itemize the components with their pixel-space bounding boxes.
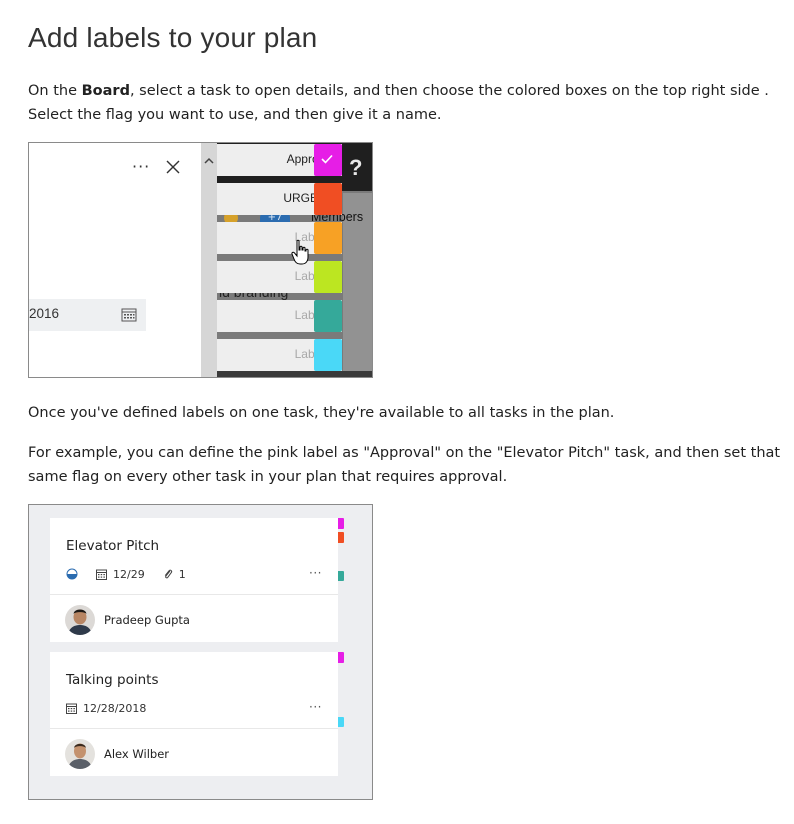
label-flag bbox=[338, 571, 344, 581]
help-icon[interactable]: ? bbox=[349, 155, 362, 181]
label-color-swatch[interactable] bbox=[314, 183, 342, 215]
task-details-pane: ··· 2016 bbox=[29, 143, 201, 377]
label-picker-screenshot: ··· 2016 +7 Members ld branding ? bbox=[28, 142, 373, 378]
assignee[interactable]: Pradeep Gupta bbox=[65, 605, 190, 635]
instructions-suffix: , select a task to open details, and the… bbox=[28, 83, 769, 123]
task-title: Elevator Pitch bbox=[66, 538, 160, 554]
attachment-count: 1 bbox=[178, 567, 186, 581]
due-date: 12/29 bbox=[113, 567, 145, 581]
instructions-prefix: On the bbox=[28, 83, 82, 99]
assignee[interactable]: Alex Wilber bbox=[65, 739, 169, 769]
avatar bbox=[65, 739, 95, 769]
instructions-paragraph: On the Board, select a task to open deta… bbox=[28, 79, 794, 127]
divider bbox=[50, 728, 338, 729]
board-cards-screenshot: Elevator Pitch 12/29 1 ··· Pradeep Gupta… bbox=[28, 504, 373, 800]
due-date-field[interactable]: 2016 bbox=[29, 299, 146, 331]
label-flag bbox=[338, 717, 344, 727]
attachment-icon bbox=[164, 569, 172, 579]
checkmark-icon bbox=[321, 154, 333, 164]
label-flag bbox=[338, 652, 344, 663]
label-color-swatch[interactable] bbox=[314, 300, 342, 332]
calendar-icon bbox=[66, 703, 77, 714]
more-options-icon[interactable]: ··· bbox=[309, 700, 322, 714]
label-flag bbox=[338, 518, 344, 529]
task-card-talking-points[interactable]: Talking points 12/28/2018 ··· Alex Wilbe… bbox=[50, 652, 338, 776]
chevron-up-icon[interactable] bbox=[203, 155, 215, 167]
labels-shared-paragraph: Once you've defined labels on one task, … bbox=[28, 405, 615, 421]
more-options-icon[interactable]: ··· bbox=[132, 157, 150, 176]
board-bottom-band bbox=[217, 371, 372, 377]
label-color-swatch[interactable] bbox=[314, 144, 342, 176]
task-card-elevator-pitch[interactable]: Elevator Pitch 12/29 1 ··· Pradeep Gupta bbox=[50, 518, 338, 642]
page-title: Add labels to your plan bbox=[28, 22, 318, 53]
task-meta: 12/29 1 bbox=[66, 566, 186, 582]
due-date-text: 2016 bbox=[29, 306, 60, 321]
example-paragraph: For example, you can define the pink lab… bbox=[28, 445, 781, 485]
more-options-icon[interactable]: ··· bbox=[309, 566, 322, 580]
pointer-cursor-icon bbox=[291, 239, 309, 265]
assignee-name: Pradeep Gupta bbox=[104, 613, 190, 627]
label-color-swatch[interactable] bbox=[314, 222, 342, 254]
progress-half-icon bbox=[66, 568, 78, 580]
calendar-icon[interactable] bbox=[121, 307, 137, 322]
scrollbar[interactable] bbox=[201, 143, 217, 377]
divider bbox=[50, 594, 338, 595]
assignee-name: Alex Wilber bbox=[104, 747, 170, 761]
label-flag bbox=[338, 532, 344, 543]
label-color-swatch[interactable] bbox=[314, 261, 342, 293]
board-term: Board bbox=[81, 83, 130, 99]
task-meta: 12/28/2018 bbox=[66, 700, 146, 716]
close-icon[interactable] bbox=[165, 159, 181, 175]
label-color-swatch[interactable] bbox=[314, 339, 342, 371]
avatar bbox=[65, 605, 95, 635]
task-title: Talking points bbox=[66, 672, 159, 688]
calendar-icon bbox=[96, 569, 107, 580]
due-date: 12/28/2018 bbox=[83, 701, 147, 715]
